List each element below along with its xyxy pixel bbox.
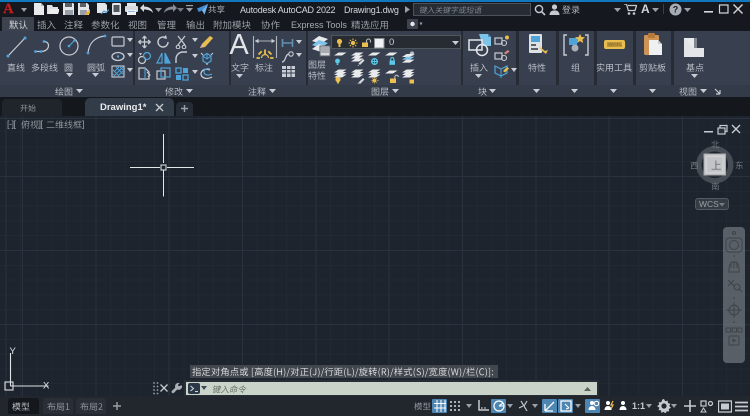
svg-text:?: ?	[673, 5, 679, 15]
svg-text:MEASURE: MEASURE	[604, 42, 626, 47]
svg-text:X: X	[43, 381, 50, 392]
svg-text:Y: Y	[10, 346, 17, 357]
